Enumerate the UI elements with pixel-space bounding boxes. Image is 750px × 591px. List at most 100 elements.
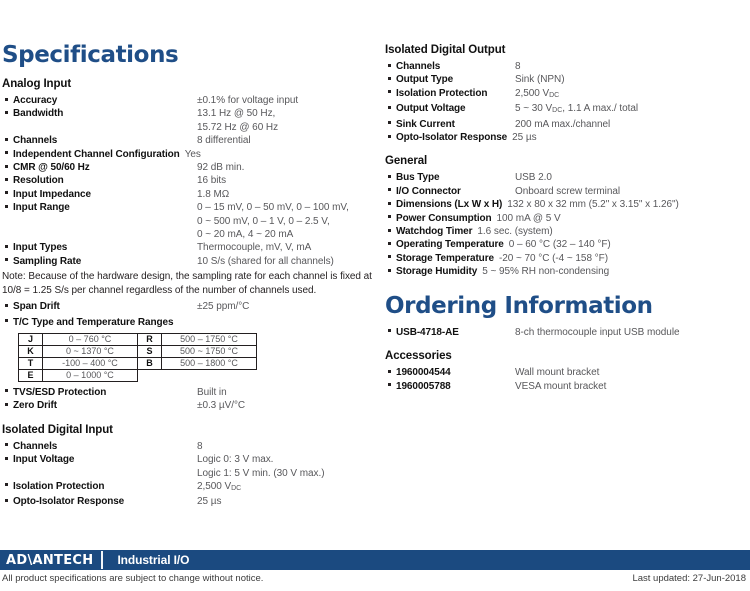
spec-value: ±0.3 µV/°C <box>197 400 246 412</box>
spec-label: Input Voltage <box>13 454 75 466</box>
tc-range: -100 – 400 °C <box>42 356 138 370</box>
subscript: DC <box>549 91 560 99</box>
bullet-icon <box>2 94 13 107</box>
bullet-icon <box>2 255 13 268</box>
spec-value: 5 ~ 30 VDC, 1.1 A max./ total <box>515 103 639 115</box>
bullet-icon <box>2 316 13 329</box>
spec-label: Power Consumption <box>396 212 492 224</box>
bullet-icon <box>2 241 13 254</box>
subscript: DC <box>231 484 242 492</box>
ordering-information-title: Ordering Information <box>385 292 653 319</box>
tc-table-heading-row: T/C Type and Temperature Ranges <box>2 316 374 329</box>
spec-label: Bandwidth <box>13 108 64 120</box>
spec-row: Isolation Protection 2,500 VDC <box>385 87 747 102</box>
accessory-part-number: 1960004544 <box>396 367 451 379</box>
tc-temperature-table: J 0 – 760 °C R 500 – 1750 °C K 0 ~ 1370 … <box>18 332 257 382</box>
bullet-icon <box>2 300 13 313</box>
spec-label: Sampling Rate <box>13 255 82 267</box>
spec-row: Channels 8 <box>385 60 747 73</box>
spec-label: Watchdog Timer <box>396 226 473 238</box>
spec-label: CMR @ 50/60 Hz <box>13 162 90 174</box>
bullet-icon <box>385 185 396 198</box>
spec-value: Thermocouple, mV, V, mA <box>197 242 312 254</box>
bullet-icon <box>2 188 13 201</box>
spec-value: -20 ~ 70 °C (-4 ~ 158 °F) <box>498 252 608 264</box>
spec-row: Dimensions (Lx W x H) 132 x 80 x 32 mm (… <box>385 198 747 211</box>
spec-row: Input Impedance 1.8 MΩ <box>2 188 374 201</box>
ordering-part-number: USB-4718-AE <box>396 326 459 338</box>
bullet-icon <box>385 212 396 225</box>
spec-value: Onboard screw terminal <box>515 185 621 197</box>
general-rows: Bus Type USB 2.0 I/O Connector Onboard s… <box>385 171 747 278</box>
bullet-icon <box>385 118 396 131</box>
spec-row: 1960004544 Wall mount bracket <box>385 366 747 379</box>
accessories-rows: 1960004544 Wall mount bracket 1960005788… <box>385 366 747 393</box>
spec-row: Opto-Isolator Response 25 µs <box>385 131 747 144</box>
spec-row: Output Type Sink (NPN) <box>385 73 747 86</box>
tc-type-empty <box>138 369 162 381</box>
bullet-icon <box>2 386 13 399</box>
spec-row: Channels 8 <box>2 440 374 453</box>
footer-meta: All product specifications are subject t… <box>0 570 750 591</box>
accessory-part-number: 1960005788 <box>396 380 451 392</box>
spec-value: 2,500 VDC <box>515 87 560 99</box>
spec-value: 16 bits <box>197 175 227 187</box>
datasheet-page: Specifications Analog Input Accuracy ±0.… <box>0 0 750 591</box>
spec-label: Output Voltage <box>396 103 466 115</box>
spec-value: Built in <box>197 386 227 398</box>
tc-range: 0 – 1000 °C <box>42 368 138 382</box>
spec-value: ±0.1% for voltage input <box>197 95 299 106</box>
spec-row: Operating Temperature 0 – 60 °C (32 – 14… <box>385 238 747 251</box>
bullet-icon <box>385 87 396 100</box>
footer-bar: AD\ANTECH Industrial I/O <box>0 550 750 570</box>
spec-label: Opto-Isolator Response <box>396 132 508 144</box>
bullet-icon <box>2 107 13 120</box>
bullet-icon <box>385 102 396 115</box>
subscript: DC <box>552 107 563 115</box>
bullet-icon <box>2 440 13 453</box>
spec-label: I/O Connector <box>396 185 461 197</box>
bullet-icon <box>385 225 396 238</box>
tc-type: B <box>137 356 162 370</box>
spec-row: Sampling Rate 10 S/s (shared for all cha… <box>2 255 374 268</box>
sampling-rate-note: Note: Because of the hardware design, th… <box>2 271 372 296</box>
accessory-description: Wall mount bracket <box>515 367 600 379</box>
right-column: Isolated Digital Output Channels 8 Outpu… <box>385 44 747 393</box>
tc-table-label: T/C Type and Temperature Ranges <box>13 316 174 328</box>
footer-disclaimer: All product specifications are subject t… <box>2 573 264 584</box>
spec-value: 8 differential <box>197 135 251 147</box>
table-row: J 0 – 760 °C R 500 – 1750 °C <box>18 332 257 346</box>
isolated-digital-output-rows: Channels 8 Output Type Sink (NPN) Isolat… <box>385 60 747 144</box>
table-row: K 0 ~ 1370 °C S 500 ~ 1750 °C <box>18 344 257 358</box>
spec-label: Channels <box>13 440 58 452</box>
spec-label: Span Drift <box>13 301 60 313</box>
spec-row: Isolation Protection 2,500 VDC <box>2 480 374 495</box>
bullet-icon <box>385 326 396 339</box>
isolated-digital-input-rows: Channels 8 Input Voltage Logic 0: 3 V ma… <box>2 440 374 509</box>
bullet-icon <box>2 453 13 466</box>
tc-range: 0 – 760 °C <box>42 332 138 346</box>
spec-row: Bus Type USB 2.0 <box>385 171 747 184</box>
bullet-icon <box>2 480 13 493</box>
section-heading-analog-input: Analog Input <box>2 78 72 90</box>
spec-label: Isolation Protection <box>13 480 105 492</box>
section-heading-isolated-digital-input: Isolated Digital Input <box>2 423 113 436</box>
section-heading-accessories: Accessories <box>385 350 452 363</box>
bullet-icon <box>385 252 396 265</box>
bullet-icon <box>385 366 396 379</box>
spec-row: Independent Channel Configuration Yes <box>2 148 374 161</box>
spec-row: TVS/ESD Protection Built in <box>2 386 374 399</box>
spec-value: 1.8 MΩ <box>197 188 230 200</box>
tc-range: 500 – 1800 °C <box>161 356 257 370</box>
left-column: Specifications Analog Input Accuracy ±0.… <box>2 44 374 509</box>
specifications-title: Specifications <box>2 42 179 68</box>
bullet-icon <box>385 380 396 393</box>
spec-row: Output Voltage 5 ~ 30 VDC, 1.1 A max./ t… <box>385 102 747 117</box>
tc-type: K <box>18 344 43 358</box>
spec-row: Opto-Isolator Response 25 µs <box>2 495 374 508</box>
spec-row: Span Drift ±25 ppm/°C <box>2 300 374 313</box>
spec-label: Storage Humidity <box>396 266 478 278</box>
spec-row: Power Consumption 100 mA @ 5 V <box>385 212 747 225</box>
spec-value: 1.6 sec. (system) <box>477 226 553 238</box>
ordering-description: 8-ch thermocouple input USB module <box>515 326 680 338</box>
